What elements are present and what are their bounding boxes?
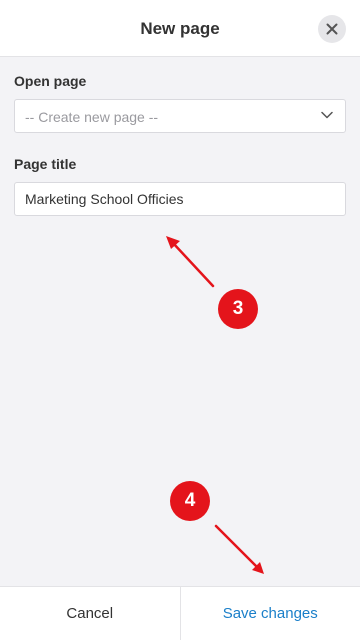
close-icon [326, 23, 338, 35]
step-4-badge: 4 [170, 481, 210, 521]
new-page-dialog: New page Open page -- Create new page --… [0, 0, 360, 640]
dialog-header: New page [0, 0, 360, 57]
page-title-label: Page title [14, 156, 77, 172]
arrow-to-save-button [214, 524, 264, 574]
dialog-title: New page [140, 19, 220, 38]
open-page-select[interactable]: -- Create new page -- [14, 99, 346, 133]
step-3-badge: 3 [218, 289, 258, 329]
annotation-arrows [166, 236, 264, 574]
chevron-down-icon [321, 111, 333, 119]
open-page-selected-value: -- Create new page -- [25, 109, 159, 125]
cancel-button[interactable]: Cancel [0, 587, 181, 640]
open-page-label: Open page [14, 73, 87, 89]
close-button[interactable] [318, 15, 346, 43]
dialog-footer: Cancel Save changes [0, 586, 360, 640]
save-changes-button[interactable]: Save changes [181, 587, 360, 640]
page-title-input[interactable] [14, 182, 346, 216]
arrow-to-title-input [166, 236, 215, 288]
